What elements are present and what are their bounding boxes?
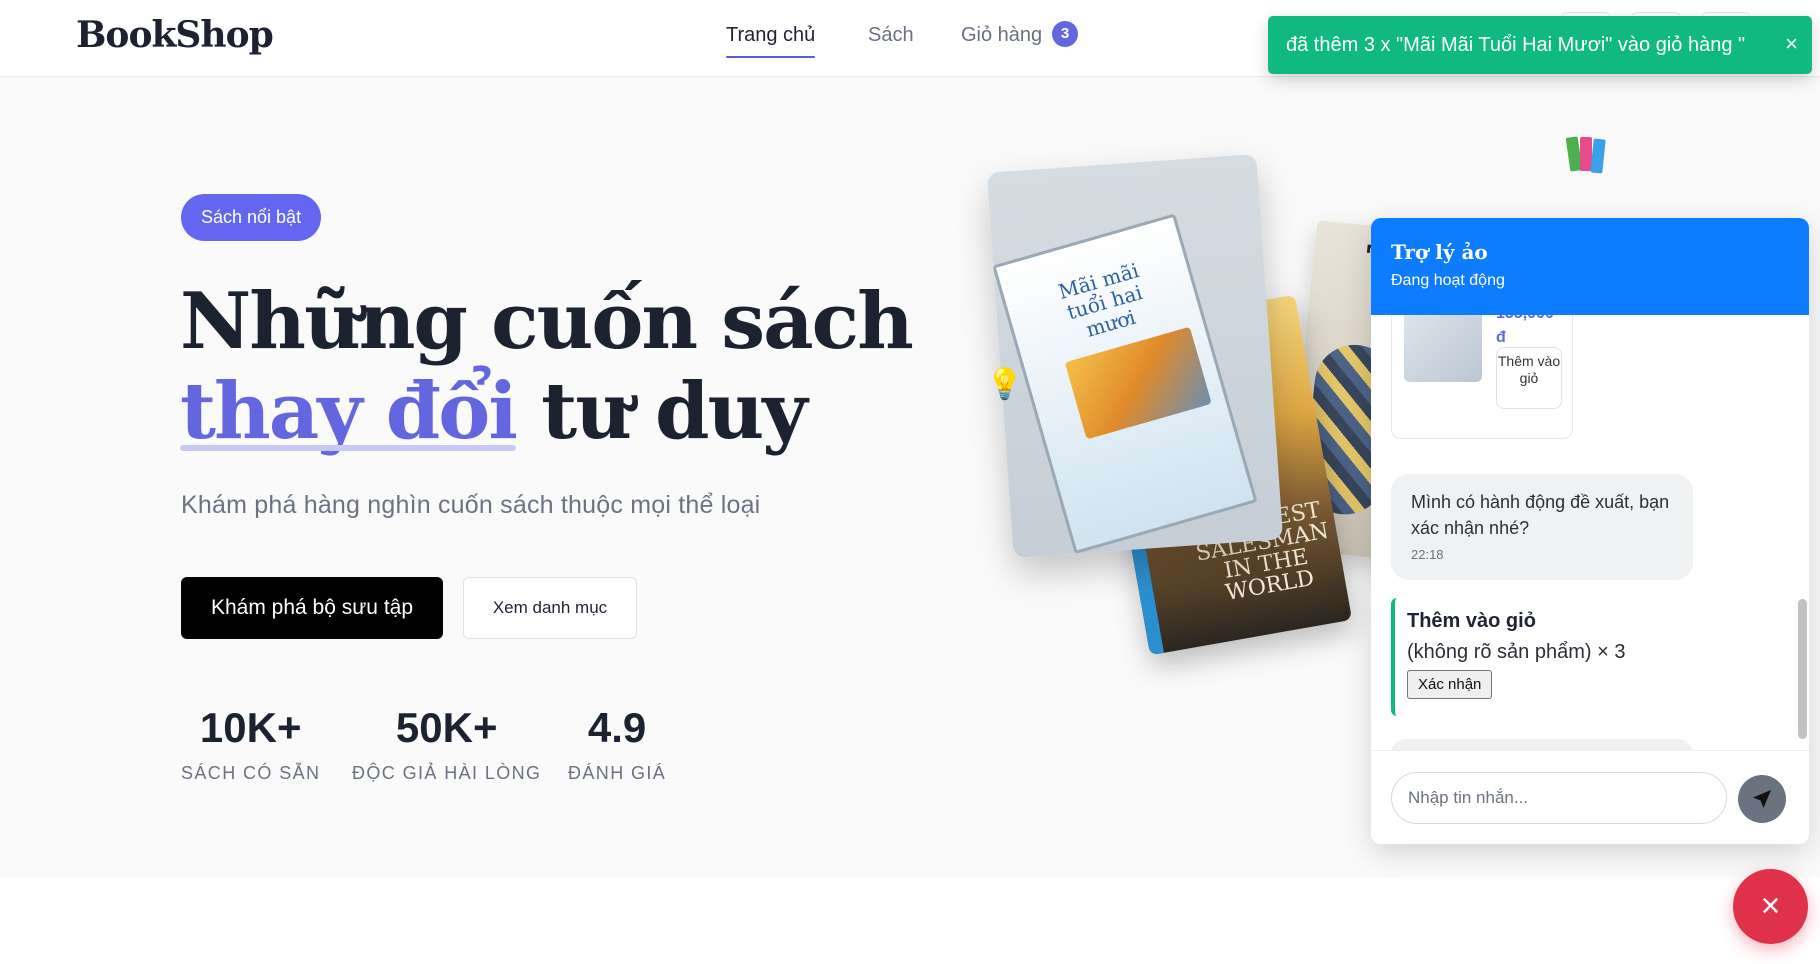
product-price: 135,000 đ [1496, 315, 1554, 346]
nav-link-cart[interactable]: Giỏ hàng [961, 24, 1042, 47]
chat-footer [1371, 750, 1809, 844]
stat-value: 4.9 [587, 704, 647, 751]
hero-title-line1: Những cuốn sách [180, 276, 914, 367]
suggested-action-card: Thêm vào giỏ (không rõ sản phẩm) × 3 Xác… [1391, 598, 1691, 716]
view-categories-button[interactable]: Xem danh mục [463, 577, 637, 639]
toast-notification: đã thêm 3 x "Mãi Mãi Tuổi Hai Mươi" vào … [1268, 16, 1812, 74]
hero-subtitle: Khám phá hàng nghìn cuốn sách thuộc mọi … [181, 491, 761, 519]
hero-title: Những cuốn sách thay đổi tư duy [180, 276, 914, 457]
stat-value: 50K+ [395, 704, 498, 751]
bot-message: Mình có hành động đề xuất, bạn xác nhận … [1391, 474, 1693, 580]
chat-scrollbar[interactable] [1798, 599, 1807, 739]
chat-status: Đang hoạt động [1391, 272, 1505, 289]
send-button[interactable] [1738, 775, 1786, 823]
lightbulb-icon: 💡 [986, 368, 1024, 401]
bot-message [1391, 739, 1693, 750]
chat-widget: Trợ lý ảo Đang hoạt động 135,000 đ Thêm … [1371, 218, 1809, 844]
chat-header: Trợ lý ảo Đang hoạt động [1371, 218, 1809, 315]
add-to-cart-button[interactable]: Thêm vào giỏ [1496, 347, 1562, 409]
chat-message-input[interactable] [1391, 772, 1727, 824]
stat-books: 10K+ SÁCH CÓ SẴN [181, 703, 320, 784]
action-description: (không rõ sản phẩm) × 3 [1407, 641, 1626, 663]
close-chat-button[interactable]: × [1733, 869, 1808, 944]
book-cover-mai-mai-tuoi-hai-muoi: Mãi mãi tuổi hai mươi [986, 154, 1284, 558]
chat-messages[interactable]: 135,000 đ Thêm vào giỏ Mình có hành động… [1371, 315, 1809, 750]
product-image [1404, 315, 1482, 382]
hero-title-accent: thay đổi [180, 366, 518, 457]
hero-title-rest: tư duy [541, 366, 807, 457]
book-cover-title: Mãi mãi tuổi hai mươi [1055, 258, 1146, 342]
stat-rating: 4.9 ĐÁNH GIÁ [568, 703, 666, 784]
close-icon[interactable]: × [1785, 32, 1798, 56]
toast-message: đã thêm 3 x "Mãi Mãi Tuổi Hai Mươi" vào … [1286, 34, 1746, 56]
logo[interactable]: BookShop [76, 14, 274, 56]
product-card: 135,000 đ Thêm vào giỏ [1391, 315, 1573, 439]
action-title: Thêm vào giỏ [1407, 610, 1536, 632]
message-timestamp: 22:18 [1411, 547, 1444, 562]
books-icon [1565, 133, 1608, 174]
stat-value: 10K+ [199, 704, 302, 751]
nav-link-books[interactable]: Sách [868, 24, 914, 47]
stat-label: SÁCH CÓ SẴN [181, 763, 321, 783]
bot-message-text: Mình có hành động đề xuất, bạn xác nhận … [1411, 492, 1670, 538]
nav-link-home[interactable]: Trang chủ [726, 24, 816, 58]
confirm-button[interactable]: Xác nhận [1407, 670, 1493, 699]
stat-label: ĐỘC GIẢ HÀI LÒNG [352, 763, 542, 783]
explore-collection-button[interactable]: Khám phá bộ sưu tập [181, 577, 443, 639]
featured-badge: Sách nổi bật [181, 194, 322, 241]
chat-title: Trợ lý ảo [1391, 240, 1488, 264]
stat-label: ĐÁNH GIÁ [568, 763, 667, 783]
cart-count-badge: 3 [1052, 21, 1078, 47]
send-icon [1753, 790, 1771, 808]
stat-readers: 50K+ ĐỘC GIẢ HÀI LÒNG [352, 703, 541, 784]
